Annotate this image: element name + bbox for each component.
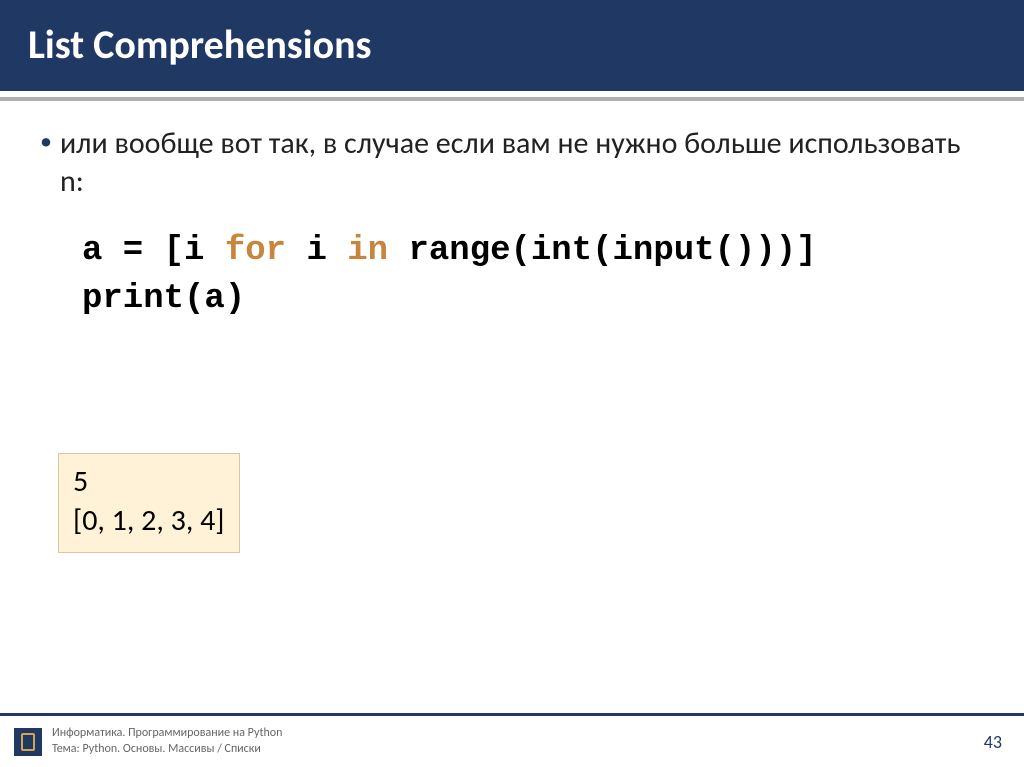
output-line-2: [0, 1, 2, 3, 4] [73, 501, 225, 540]
slide-header: List Comprehensions [0, 0, 1024, 91]
slide: List Comprehensions • или вообще вот так… [0, 0, 1024, 767]
code-text: range(int(input()))] [388, 232, 816, 270]
footer-logo-inner [21, 733, 35, 751]
footer-logo-icon [14, 728, 42, 756]
slide-body: • или вообще вот так, в случае если вам … [0, 101, 1024, 553]
output-box: 5 [0, 1, 2, 3, 4] [58, 453, 240, 553]
code-keyword-in: in [347, 232, 388, 270]
footer-text: Информатика. Программирование на Python … [52, 726, 984, 757]
slide-title: List Comprehensions [28, 20, 996, 69]
bullet-text: или вообще вот так, в случае если вам не… [60, 125, 980, 200]
bullet-item: • или вообще вот так, в случае если вам … [64, 125, 980, 200]
code-text: a = [i [82, 232, 225, 270]
code-block: a = [i for i in range(int(input()))] pri… [82, 228, 980, 323]
code-line-1: a = [i for i in range(int(input()))] [82, 228, 980, 276]
output-line-1: 5 [73, 462, 225, 501]
footer-line-1: Информатика. Программирование на Python [52, 726, 984, 742]
code-keyword-for: for [225, 232, 286, 270]
bullet-dot-icon: • [40, 125, 52, 159]
page-number: 43 [984, 731, 1002, 753]
code-line-2: print(a) [82, 276, 980, 324]
code-text: i [286, 232, 347, 270]
footer-line-2: Тема: Python. Основы. Массивы / Списки [52, 742, 984, 758]
slide-footer: Информатика. Программирование на Python … [0, 713, 1024, 767]
